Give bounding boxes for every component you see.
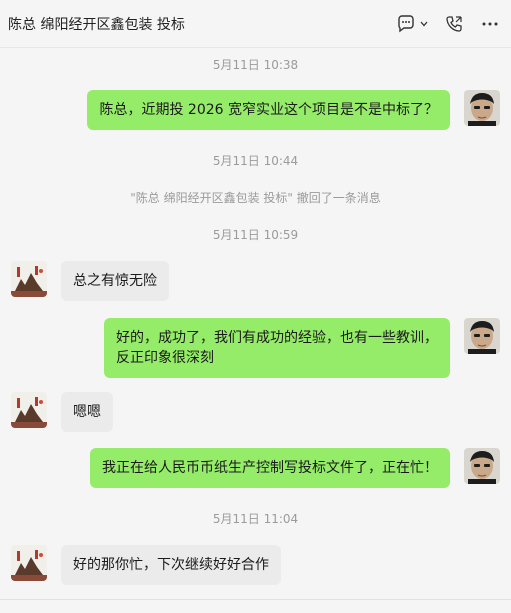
phone-icon[interactable]: [443, 13, 465, 35]
timestamp: 5月11日 10:44: [212, 154, 299, 168]
my-avatar[interactable]: [464, 318, 500, 354]
chat-bubble-icon[interactable]: [395, 13, 417, 35]
recall-notice: "陈总 绵阳经开区鑫包装 投标" 撤回了一条消息: [130, 191, 381, 205]
my-avatar[interactable]: [464, 448, 500, 484]
message-line: 反正印象很深刻: [116, 350, 214, 366]
message-bubble-sent[interactable]: 好的，成功了，我们有成功的经验，也有一些教训， 反正印象很深刻: [104, 318, 450, 378]
timestamp: 5月11日 10:59: [212, 228, 299, 242]
contact-avatar[interactable]: [11, 392, 47, 428]
chat-header: 陈总 绵阳经开区鑫包装 投标: [0, 0, 511, 48]
header-actions: [395, 13, 501, 35]
contact-avatar[interactable]: [11, 545, 47, 581]
timestamp: 5月11日 10:38: [212, 58, 299, 72]
more-icon[interactable]: [479, 13, 501, 35]
message-list[interactable]: 5月11日 10:38 陈总，近期投 2026 宽窄实业这个项目是不是中标了？ …: [0, 48, 511, 599]
chat-title: 陈总 绵阳经开区鑫包装 投标: [8, 17, 185, 33]
message-bubble-received[interactable]: 好的那你忙，下次继续好好合作: [61, 545, 281, 585]
message-bubble-sent[interactable]: 我正在给人民币币纸生产控制写投标文件了，正在忙！: [90, 448, 450, 488]
message-bubble-received[interactable]: 嗯嗯: [61, 392, 113, 432]
timestamp: 5月11日 11:04: [212, 512, 299, 526]
message-line: 好的，成功了，我们有成功的经验，也有一些教训，: [116, 330, 438, 346]
message-bubble-received[interactable]: 总之有惊无险: [61, 261, 169, 301]
contact-avatar[interactable]: [11, 261, 47, 297]
input-area-edge: [0, 599, 511, 613]
message-bubble-sent[interactable]: 陈总，近期投 2026 宽窄实业这个项目是不是中标了？: [87, 90, 450, 130]
my-avatar[interactable]: [464, 90, 500, 126]
chevron-down-icon[interactable]: [419, 13, 429, 35]
